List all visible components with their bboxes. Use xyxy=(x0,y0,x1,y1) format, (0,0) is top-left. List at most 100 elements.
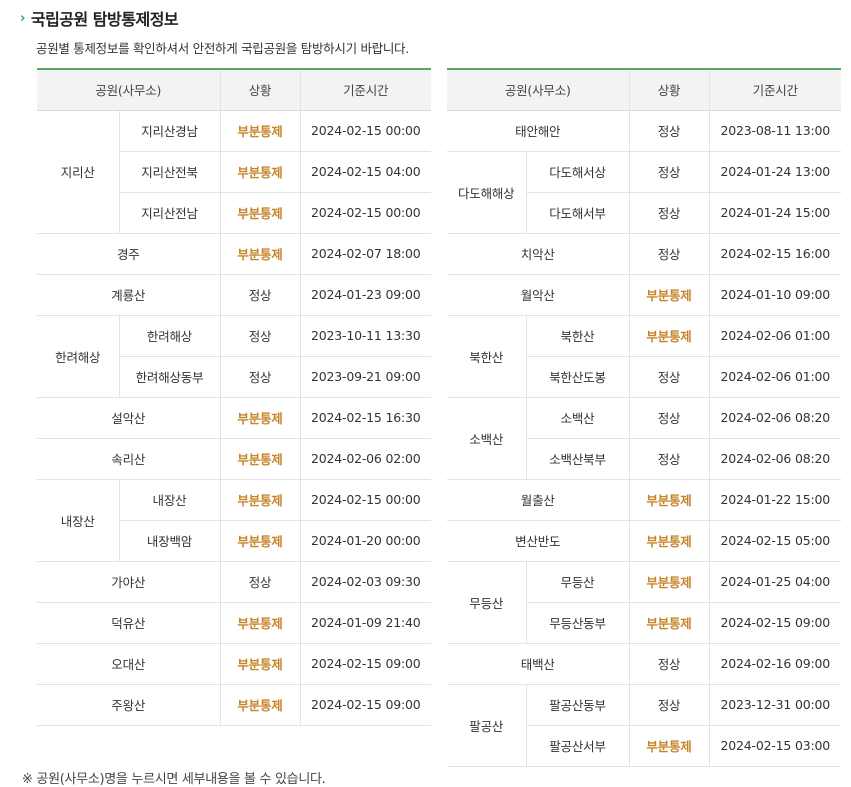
table-row: 가야산 정상 2024-02-03 09:30 xyxy=(37,561,432,603)
table-row: 태백산 정상 2024-02-16 09:00 xyxy=(447,643,842,685)
status-cell: 정상 xyxy=(628,192,710,234)
table-row: 북한산 북한산 부분통제 2024-02-06 01:00 xyxy=(447,315,842,398)
park-office-link[interactable]: 무등산동부 xyxy=(525,602,630,644)
time-cell: 2024-02-15 09:00 xyxy=(299,684,432,726)
status-cell: 정상 xyxy=(628,643,710,685)
status-cell: 정상 xyxy=(628,438,710,480)
status-cell: 정상 xyxy=(628,397,710,439)
park-office-link[interactable]: 한려해상동부 xyxy=(118,356,221,398)
park-office-link[interactable]: 북한산도봉 xyxy=(525,356,630,398)
park-office-link[interactable]: 팔공산동부 xyxy=(525,684,630,726)
time-cell: 2023-10-11 13:30 xyxy=(299,315,432,357)
page-title: › 국립공원 탐방통제정보 xyxy=(20,6,179,30)
park-office-link[interactable]: 소백산 xyxy=(525,397,630,439)
time-cell: 2023-09-21 09:00 xyxy=(299,356,432,398)
control-table-left: 공원(사무소) 상황 기준시간 지리산 지리산경남 부분통제 2024-02-15 0… xyxy=(37,68,432,726)
park-office-link[interactable]: 내장백암 xyxy=(118,520,221,562)
park-office-link[interactable]: 한려해상 xyxy=(118,315,221,357)
status-cell: 부분통제 xyxy=(219,192,301,234)
status-cell: 정상 xyxy=(219,561,301,603)
table-row: 속리산 부분통제 2024-02-06 02:00 xyxy=(37,438,432,480)
table-row: 다도해해상 다도해서상 정상 2024-01-24 13:00 xyxy=(447,151,842,234)
table-row: 계룡산 정상 2024-01-23 09:00 xyxy=(37,274,432,316)
header-time: 기준시간 xyxy=(708,68,842,111)
status-cell: 정상 xyxy=(628,151,710,193)
status-cell: 부분통제 xyxy=(219,479,301,521)
park-group-name: 소백산 xyxy=(447,397,526,480)
park-group-name: 지리산 xyxy=(37,110,119,234)
park-office-link[interactable]: 속리산 xyxy=(37,438,221,480)
table-row: 변산반도 부분통제 2024-02-15 05:00 xyxy=(447,520,842,562)
park-office-link[interactable]: 계룡산 xyxy=(37,274,221,316)
table-header-row: 공원(사무소) 상황 기준시간 xyxy=(37,68,432,111)
time-cell: 2024-01-10 09:00 xyxy=(708,274,842,316)
park-office-link[interactable]: 다도해서부 xyxy=(525,192,630,234)
park-office-link[interactable]: 주왕산 xyxy=(37,684,221,726)
header-status: 상황 xyxy=(219,68,301,111)
park-office-link[interactable]: 설악산 xyxy=(37,397,221,439)
time-cell: 2024-02-06 01:00 xyxy=(708,356,842,398)
park-office-link[interactable]: 가야산 xyxy=(37,561,221,603)
park-office-link[interactable]: 지리산전남 xyxy=(118,192,221,234)
time-cell: 2024-02-15 09:00 xyxy=(708,602,842,644)
park-office-link[interactable]: 다도해서상 xyxy=(525,151,630,193)
park-office-link[interactable]: 북한산 xyxy=(525,315,630,357)
park-office-link[interactable]: 월출산 xyxy=(447,479,630,521)
table-row: 경주 부분통제 2024-02-07 18:00 xyxy=(37,233,432,275)
status-cell: 부분통제 xyxy=(219,520,301,562)
status-cell: 부분통제 xyxy=(219,110,301,152)
table-row: 한려해상 한려해상 정상 2023-10-11 13:30 xyxy=(37,315,432,398)
park-office-link[interactable]: 경주 xyxy=(37,233,221,275)
park-office-link[interactable]: 팔공산서부 xyxy=(525,725,630,767)
time-cell: 2024-01-22 15:00 xyxy=(708,479,842,521)
time-cell: 2024-02-15 09:00 xyxy=(299,643,432,685)
control-table-right: 공원(사무소) 상황 기준시간 태안해안 정상 2023-08-11 13:00 다도… xyxy=(447,68,842,767)
time-cell: 2024-02-06 08:20 xyxy=(708,438,842,480)
status-cell: 부분통제 xyxy=(219,602,301,644)
status-cell: 부분통제 xyxy=(219,684,301,726)
status-cell: 부분통제 xyxy=(628,315,710,357)
status-cell: 부분통제 xyxy=(628,520,710,562)
table-row: 태안해안 정상 2023-08-11 13:00 xyxy=(447,110,842,152)
time-cell: 2024-02-15 00:00 xyxy=(299,192,432,234)
park-office-link[interactable]: 무등산 xyxy=(525,561,630,603)
time-cell: 2024-01-25 04:00 xyxy=(708,561,842,603)
park-office-link[interactable]: 지리산경남 xyxy=(118,110,221,152)
park-office-link[interactable]: 치악산 xyxy=(447,233,630,275)
park-group-name: 내장산 xyxy=(37,479,119,562)
status-cell: 정상 xyxy=(219,356,301,398)
table-row: 팔공산 팔공산동부 정상 2023-12-31 00:00 xyxy=(447,684,842,767)
time-cell: 2024-02-06 02:00 xyxy=(299,438,432,480)
time-cell: 2024-02-15 16:30 xyxy=(299,397,432,439)
park-group-name: 한려해상 xyxy=(37,315,119,398)
park-office-link[interactable]: 태백산 xyxy=(447,643,630,685)
status-cell: 부분통제 xyxy=(219,151,301,193)
park-office-link[interactable]: 덕유산 xyxy=(37,602,221,644)
park-office-link[interactable]: 변산반도 xyxy=(447,520,630,562)
time-cell: 2023-12-31 00:00 xyxy=(708,684,842,726)
park-office-link[interactable]: 내장산 xyxy=(118,479,221,521)
time-cell: 2024-01-20 00:00 xyxy=(299,520,432,562)
header-park: 공원(사무소) xyxy=(37,68,221,111)
park-group-name: 무등산 xyxy=(447,561,526,644)
time-cell: 2024-02-15 00:00 xyxy=(299,479,432,521)
time-cell: 2024-01-09 21:40 xyxy=(299,602,432,644)
table-row: 월출산 부분통제 2024-01-22 15:00 xyxy=(447,479,842,521)
time-cell: 2024-01-24 15:00 xyxy=(708,192,842,234)
park-office-link[interactable]: 소백산북부 xyxy=(525,438,630,480)
time-cell: 2024-02-15 04:00 xyxy=(299,151,432,193)
page-subtitle: 공원별 통제정보를 확인하셔서 안전하게 국립공원을 탐방하시기 바랍니다. xyxy=(36,41,409,56)
status-cell: 정상 xyxy=(628,110,710,152)
status-cell: 부분통제 xyxy=(219,397,301,439)
status-cell: 부분통제 xyxy=(219,643,301,685)
time-cell: 2024-02-15 16:00 xyxy=(708,233,842,275)
table-row: 주왕산 부분통제 2024-02-15 09:00 xyxy=(37,684,432,726)
park-group-name: 팔공산 xyxy=(447,684,526,767)
park-office-link[interactable]: 월악산 xyxy=(447,274,630,316)
time-cell: 2023-08-11 13:00 xyxy=(708,110,842,152)
time-cell: 2024-02-16 09:00 xyxy=(708,643,842,685)
park-office-link[interactable]: 오대산 xyxy=(37,643,221,685)
park-office-link[interactable]: 태안해안 xyxy=(447,110,630,152)
park-office-link[interactable]: 지리산전북 xyxy=(118,151,221,193)
status-cell: 정상 xyxy=(628,233,710,275)
